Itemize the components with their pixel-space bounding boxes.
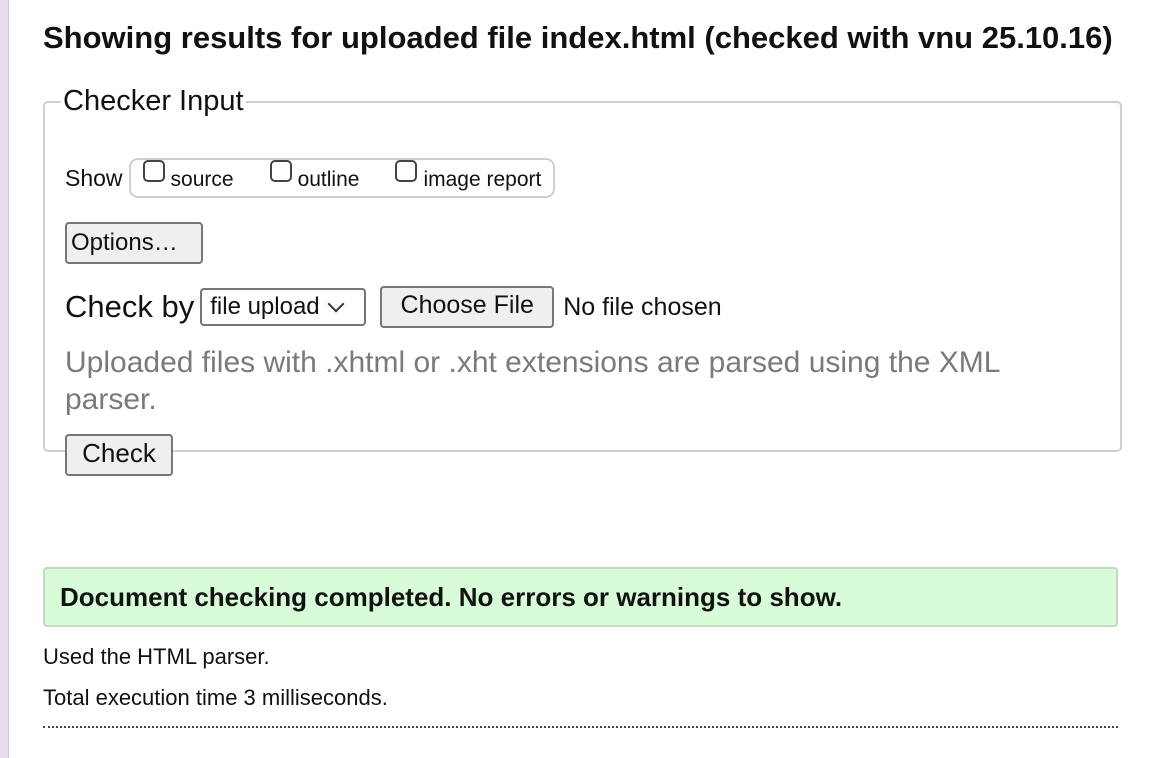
source-checkbox[interactable] [142, 160, 165, 182]
show-image-report-option[interactable]: image report [395, 160, 542, 192]
show-options-row: Show source outline image report [65, 158, 556, 198]
checker-input-fieldset: Checker Input Show source outline image … [43, 85, 1122, 476]
dotted-divider [43, 726, 1118, 728]
source-checkbox-label: source [170, 168, 234, 191]
parser-note: Used the HTML parser. [43, 644, 270, 669]
check-button[interactable]: Check [65, 434, 173, 476]
image-report-checkbox[interactable] [395, 160, 418, 182]
file-status-text: No file chosen [563, 292, 722, 321]
checker-input-legend: Checker Input [63, 85, 244, 117]
chevron-down-icon [327, 295, 345, 313]
page-title: Showing results for uploaded file index.… [43, 20, 1113, 55]
check-by-selected-value: file upload [210, 293, 320, 320]
check-by-label: Check by [65, 289, 195, 324]
left-edge-strip [0, 0, 9, 758]
image-report-checkbox-label: image report [423, 168, 542, 191]
execution-time: Total execution time 3 milliseconds. [43, 685, 388, 710]
show-options-group: source outline image report [128, 158, 556, 198]
success-message: Document checking completed. No errors o… [43, 567, 1118, 627]
show-source-option[interactable]: source [142, 160, 234, 192]
show-outline-option[interactable]: outline [269, 160, 360, 192]
show-label: Show [65, 164, 123, 191]
xml-parser-hint: Uploaded files with .xhtml or .xht exten… [65, 346, 1000, 416]
check-by-select[interactable]: file upload [200, 288, 367, 326]
choose-file-button[interactable]: Choose File [380, 286, 555, 328]
check-by-row: Check by file upload Choose File No file… [65, 286, 722, 328]
outline-checkbox[interactable] [269, 160, 292, 182]
outline-checkbox-label: outline [297, 168, 360, 191]
options-button[interactable]: Options… [65, 222, 203, 264]
